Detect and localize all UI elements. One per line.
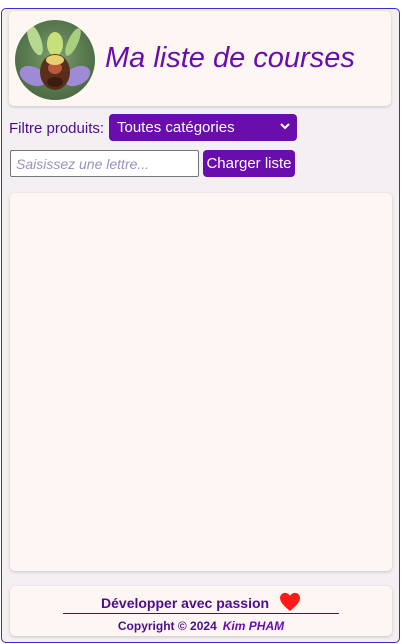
shopping-list-area — [10, 193, 392, 571]
footer-copyright: Copyright © 2024 — [117, 619, 217, 633]
heart-icon — [279, 592, 300, 612]
search-placeholder: Saisissez une lettre... — [16, 156, 150, 172]
footer-tagline: Développer avec passion — [101, 595, 270, 611]
footer-divider — [63, 613, 339, 614]
header-card: Ma liste de courses — [9, 11, 391, 106]
load-list-button[interactable]: Charger liste — [203, 150, 295, 177]
page-title: Ma liste de courses — [105, 42, 355, 74]
filter-label: Filtre produits: — [9, 120, 105, 137]
footer-copyright-row: Copyright © 2024 Kim PHAM — [10, 619, 392, 633]
chevron-down-icon — [280, 123, 290, 130]
footer: Développer avec passion Copyright © 2024… — [10, 586, 392, 636]
footer-tagline-row: Développer avec passion — [10, 592, 392, 612]
category-select[interactable]: Toutes catégories — [109, 114, 297, 141]
search-input[interactable]: Saisissez une lettre... — [10, 150, 199, 177]
orchid-avatar-icon — [15, 20, 95, 100]
category-select-value: Toutes catégories — [117, 119, 235, 136]
footer-author: Kim PHAM — [222, 619, 285, 633]
